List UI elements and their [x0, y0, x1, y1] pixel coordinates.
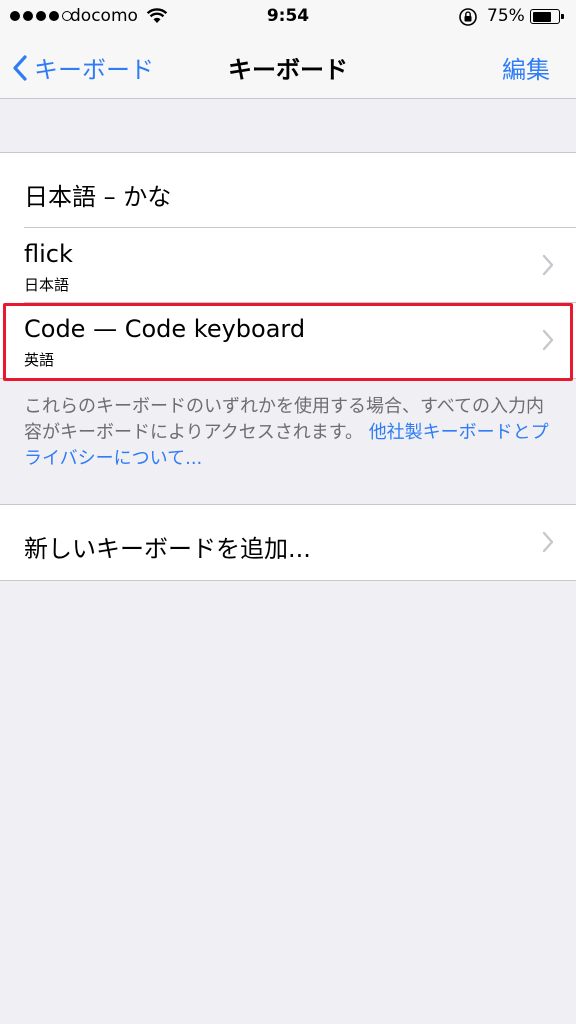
keyboard-list: 日本語 – かな flick 日本語 Code — Code keyboard … — [0, 152, 576, 379]
rotation-lock-icon — [458, 7, 478, 32]
list-item-subtitle: 日本語 — [24, 276, 70, 294]
chevron-right-icon — [542, 254, 554, 276]
list-item-flick[interactable]: flick 日本語 — [0, 228, 576, 303]
battery-percent: 75% — [487, 6, 525, 26]
add-keyboard-label: 新しいキーボードを追加... — [24, 535, 311, 563]
chevron-right-icon — [542, 531, 554, 553]
list-item-subtitle: 英語 — [24, 351, 55, 369]
list-item-title: 日本語 – かな — [24, 183, 172, 211]
privacy-note: これらのキーボードのいずれかを使用する場合、すべての入力内容がキーボードによりア… — [24, 394, 558, 472]
list-item-title: flick — [24, 240, 73, 268]
list-item-title: Code — Code keyboard — [24, 315, 306, 343]
add-keyboard-button[interactable]: 新しいキーボードを追加... — [0, 505, 576, 580]
battery-icon — [530, 9, 564, 24]
list-item-code-keyboard[interactable]: Code — Code keyboard 英語 — [0, 303, 576, 378]
list-item-japanese-kana[interactable]: 日本語 – かな — [0, 153, 576, 228]
add-keyboard-group: 新しいキーボードを追加... — [0, 504, 576, 581]
page-title: キーボード — [228, 56, 348, 84]
navigation-bar: キーボード キーボード 編集 — [0, 34, 576, 99]
chevron-right-icon — [542, 329, 554, 351]
status-bar: docomo 9:54 75% — [0, 0, 576, 34]
edit-button[interactable]: 編集 — [502, 50, 550, 85]
